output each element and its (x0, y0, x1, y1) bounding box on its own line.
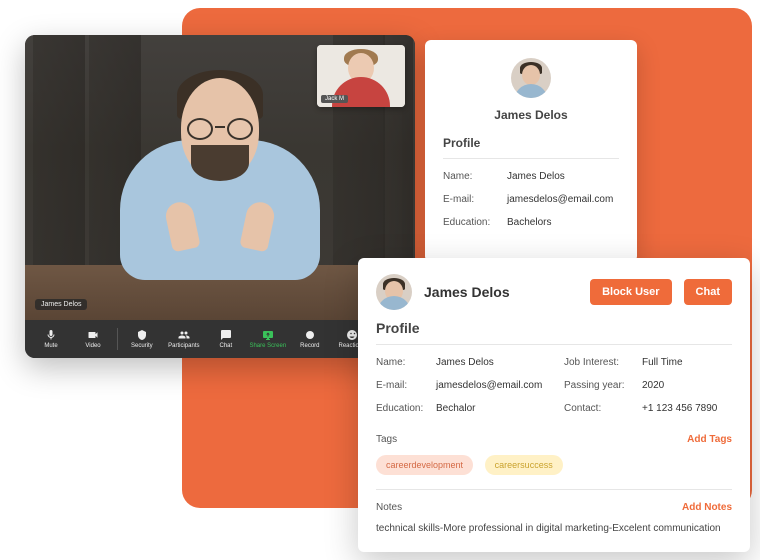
field-email: E-mail: jamesdelos@email.com (376, 380, 544, 391)
people-icon (177, 329, 191, 341)
add-notes-button[interactable]: Add Notes (682, 502, 732, 513)
participant-name-tag: James Delos (35, 299, 87, 310)
field-email: E-mail: jamesdelos@email.com (443, 194, 619, 205)
microphone-icon (44, 329, 58, 341)
avatar (511, 58, 551, 98)
avatar (376, 274, 412, 310)
tags-label: Tags (376, 434, 687, 445)
profile-card-mini: James Delos Profile Name: James Delos E-… (425, 40, 637, 262)
main-participant (120, 50, 320, 280)
toggle-video-button[interactable]: Video (73, 329, 113, 349)
profile-card-large: James Delos Block User Chat Profile Name… (358, 258, 750, 552)
block-user-button[interactable]: Block User (590, 279, 671, 305)
video-main-feed[interactable]: James Delos Jack M (25, 35, 415, 320)
profile-name: James Delos (494, 108, 567, 122)
field-name: Name: James Delos (443, 171, 619, 182)
share-icon (261, 329, 275, 341)
field-education: Education: Bechalor (376, 403, 544, 414)
pip-name-tag: Jack M (321, 95, 348, 103)
smile-icon (345, 329, 359, 341)
notes-text: technical skills-More professional in di… (376, 523, 732, 534)
record-icon (303, 329, 317, 341)
record-button[interactable]: Record (290, 329, 330, 349)
share-screen-button[interactable]: Share Screen (248, 329, 288, 349)
tags-list: careerdevelopment careersuccess (376, 455, 732, 475)
camera-icon (86, 329, 100, 341)
video-toolbar: Mute Video Security Participants Chat Sh… (25, 320, 415, 358)
video-pip-feed[interactable]: Jack M (317, 45, 405, 107)
participants-button[interactable]: Participants (164, 329, 204, 349)
add-tags-button[interactable]: Add Tags (687, 434, 732, 445)
mute-button[interactable]: Mute (31, 329, 71, 349)
field-job-interest: Job Interest: Full Time (564, 357, 732, 368)
video-call-window: James Delos Jack M Mute Video Security P… (25, 35, 415, 358)
field-passing-year: Passing year: 2020 (564, 380, 732, 391)
tag-chip[interactable]: careerdevelopment (376, 455, 473, 475)
chat-button[interactable]: Chat (206, 329, 246, 349)
chat-button[interactable]: Chat (684, 279, 732, 305)
profile-name: James Delos (424, 284, 578, 300)
shield-icon (135, 329, 149, 341)
tag-chip[interactable]: careersuccess (485, 455, 563, 475)
field-education: Education: Bachelors (443, 217, 619, 228)
chat-icon (219, 329, 233, 341)
field-contact: Contact: +1 123 456 7890 (564, 403, 732, 414)
security-button[interactable]: Security (122, 329, 162, 349)
field-name: Name: James Delos (376, 357, 544, 368)
profile-section-title: Profile (376, 320, 732, 336)
profile-section-title: Profile (443, 136, 619, 150)
notes-label: Notes (376, 502, 682, 513)
